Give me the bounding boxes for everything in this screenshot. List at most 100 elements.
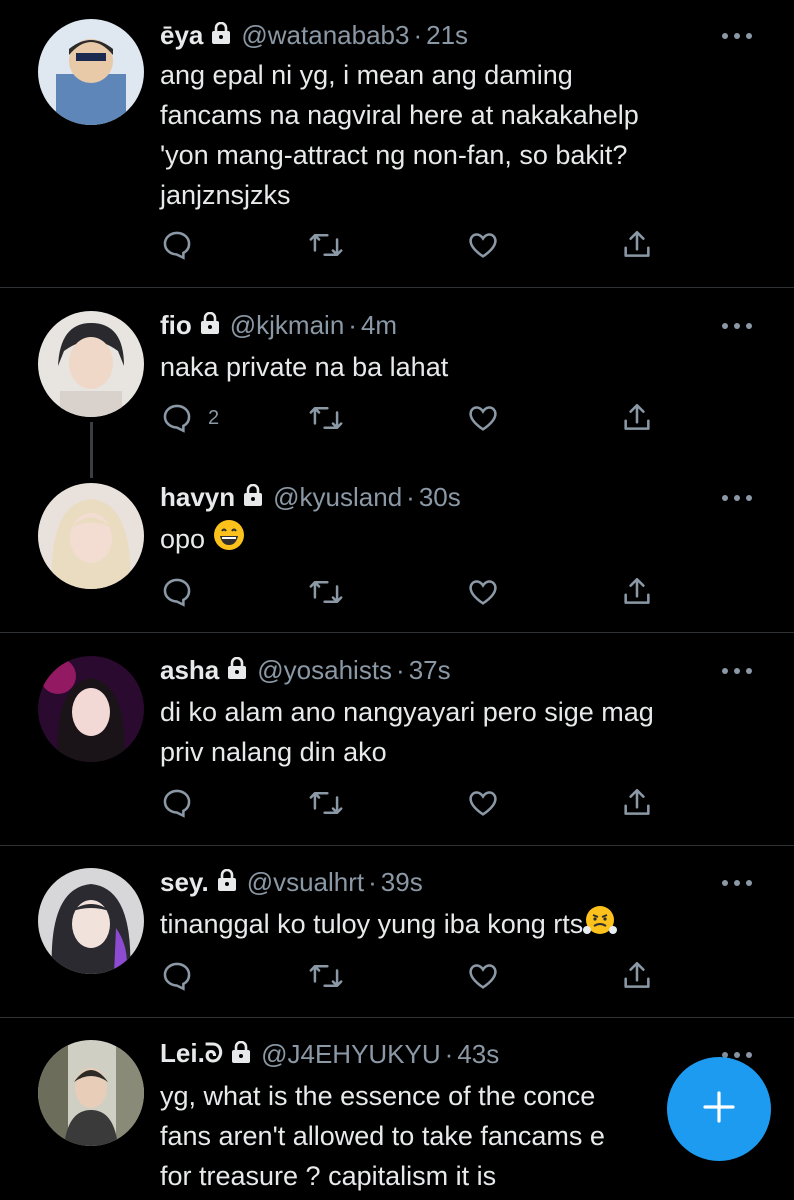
share-icon bbox=[620, 401, 654, 435]
tweet[interactable]: sey. @vsualhrt · 39s tinanggal ko tuloy … bbox=[0, 862, 794, 1012]
avatar[interactable] bbox=[38, 19, 144, 125]
tweet-header: fio @kjkmain · 4m bbox=[160, 305, 397, 345]
reply-button[interactable] bbox=[160, 572, 194, 612]
like-button[interactable] bbox=[466, 783, 500, 823]
lock-icon bbox=[211, 21, 231, 49]
more-icon[interactable] bbox=[720, 664, 754, 676]
retweet-icon bbox=[308, 228, 344, 262]
separator-dot: · bbox=[406, 481, 415, 512]
share-button[interactable] bbox=[620, 956, 654, 996]
tweet-header: ēya @watanabab3 · 21s bbox=[160, 15, 468, 55]
share-icon bbox=[620, 959, 654, 993]
more-icon[interactable] bbox=[720, 876, 754, 888]
tweet[interactable]: asha @yosahists · 37s di ko alam ano nan… bbox=[0, 650, 794, 840]
divider bbox=[0, 845, 794, 846]
tweet[interactable]: fio @kjkmain · 4m naka private na ba lah… bbox=[0, 305, 794, 455]
retweet-button[interactable] bbox=[308, 572, 344, 612]
heart-icon bbox=[466, 575, 500, 609]
tweet[interactable]: havyn @kyusland · 30s opo bbox=[0, 477, 794, 627]
like-button[interactable] bbox=[466, 398, 500, 438]
more-icon[interactable] bbox=[720, 491, 754, 503]
separator-dot: · bbox=[413, 19, 423, 50]
avatar[interactable] bbox=[38, 1040, 144, 1146]
username[interactable]: @kyusland bbox=[273, 482, 402, 513]
heart-icon bbox=[466, 786, 500, 820]
retweet-button[interactable] bbox=[308, 225, 344, 265]
divider bbox=[0, 287, 794, 288]
divider bbox=[0, 1017, 794, 1018]
grinning-emoji-icon bbox=[213, 519, 245, 562]
timestamp[interactable]: 30s bbox=[419, 482, 461, 513]
display-name[interactable]: fio bbox=[160, 310, 192, 341]
lock-icon bbox=[243, 483, 263, 511]
heart-icon bbox=[466, 959, 500, 993]
timestamp[interactable]: 39s bbox=[381, 867, 423, 898]
tweet-actions bbox=[160, 783, 680, 823]
tweet-actions: 2 bbox=[160, 398, 680, 438]
tweet-text: tinanggal ko tuloy yung iba kong rts bbox=[160, 904, 760, 947]
username[interactable]: @vsualhrt bbox=[247, 867, 364, 898]
reply-icon bbox=[160, 228, 194, 262]
share-button[interactable] bbox=[620, 398, 654, 438]
avatar[interactable] bbox=[38, 311, 144, 417]
avatar[interactable] bbox=[38, 656, 144, 762]
retweet-button[interactable] bbox=[308, 783, 344, 823]
timestamp[interactable]: 4m bbox=[361, 310, 397, 341]
more-icon[interactable] bbox=[720, 29, 754, 41]
timestamp[interactable]: 21s bbox=[426, 20, 468, 51]
retweet-icon bbox=[308, 575, 344, 609]
retweet-icon bbox=[308, 401, 344, 435]
display-name[interactable]: Lei.ᘐ bbox=[160, 1038, 223, 1070]
separator-dot: · bbox=[368, 866, 377, 897]
retweet-button[interactable] bbox=[308, 398, 344, 438]
tweet-header: asha @yosahists · 37s bbox=[160, 650, 451, 690]
display-name[interactable]: sey. bbox=[160, 867, 209, 898]
like-button[interactable] bbox=[466, 225, 500, 265]
avatar[interactable] bbox=[38, 483, 144, 589]
tweet-header: havyn @kyusland · 30s bbox=[160, 477, 461, 517]
timestamp[interactable]: 43s bbox=[457, 1039, 499, 1070]
share-icon bbox=[620, 228, 654, 262]
tweet-text: naka private na ba lahat bbox=[160, 352, 449, 382]
separator-dot: · bbox=[444, 1038, 454, 1069]
username[interactable]: @J4EHYUKYU bbox=[261, 1039, 441, 1070]
share-icon bbox=[620, 575, 654, 609]
timestamp[interactable]: 37s bbox=[409, 655, 451, 686]
like-button[interactable] bbox=[466, 956, 500, 996]
compose-button[interactable] bbox=[667, 1057, 771, 1161]
lock-icon bbox=[231, 1040, 251, 1068]
tweet-text-content: opo bbox=[160, 524, 213, 554]
retweet-button[interactable] bbox=[308, 956, 344, 996]
username[interactable]: @yosahists bbox=[257, 655, 392, 686]
reply-button[interactable] bbox=[160, 783, 194, 823]
retweet-icon bbox=[308, 959, 344, 993]
plus-icon bbox=[699, 1087, 739, 1132]
share-button[interactable] bbox=[620, 572, 654, 612]
heart-icon bbox=[466, 228, 500, 262]
separator-dot: · bbox=[348, 309, 357, 340]
display-name[interactable]: asha bbox=[160, 655, 219, 686]
reply-button[interactable] bbox=[160, 956, 194, 996]
retweet-icon bbox=[308, 786, 344, 820]
reply-count: 2 bbox=[208, 406, 220, 429]
tweet-text-content: tinanggal ko tuloy yung iba kong rts bbox=[160, 909, 584, 939]
tweet[interactable]: ēya @watanabab3 · 21s ang epal ni yg, i … bbox=[0, 15, 794, 285]
like-button[interactable] bbox=[466, 572, 500, 612]
share-button[interactable] bbox=[620, 783, 654, 823]
display-name[interactable]: havyn bbox=[160, 482, 235, 513]
divider bbox=[0, 632, 794, 633]
avatar[interactable] bbox=[38, 868, 144, 974]
username[interactable]: @watanabab3 bbox=[241, 20, 409, 51]
tweet-text: di ko alam ano nangyayari pero sige mag … bbox=[160, 697, 654, 767]
steam-face-emoji-icon bbox=[583, 904, 618, 947]
more-icon[interactable] bbox=[720, 319, 754, 331]
tweet-actions bbox=[160, 956, 680, 996]
display-name[interactable]: ēya bbox=[160, 20, 203, 51]
reply-button[interactable]: 2 bbox=[160, 398, 219, 438]
tweet-actions bbox=[160, 572, 680, 612]
share-button[interactable] bbox=[620, 225, 654, 265]
tweet-header: Lei.ᘐ @J4EHYUKYU · 43s bbox=[160, 1034, 499, 1074]
username[interactable]: @kjkmain bbox=[230, 310, 345, 341]
reply-icon bbox=[160, 401, 194, 435]
reply-button[interactable] bbox=[160, 225, 208, 265]
